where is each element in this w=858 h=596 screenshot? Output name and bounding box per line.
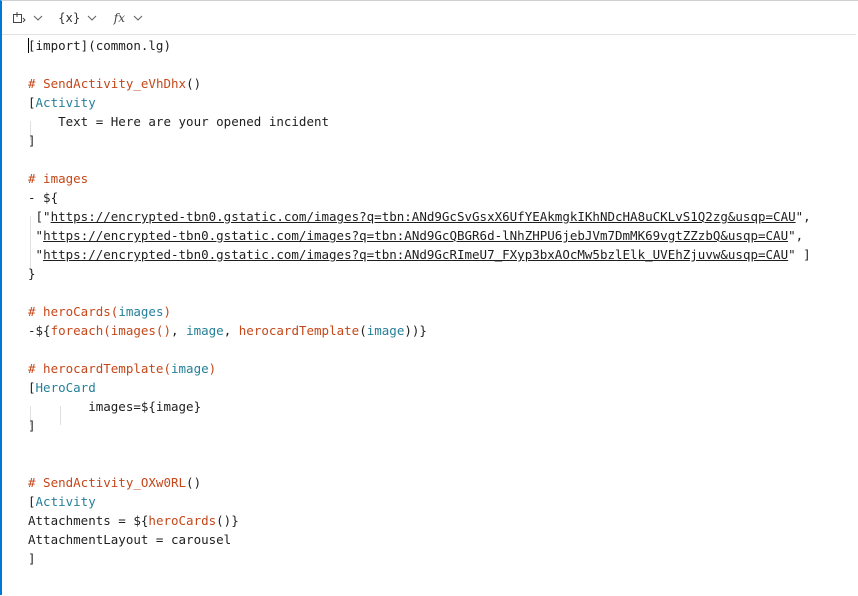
code-token: ]: [28, 551, 36, 566]
code-token: images=${image}: [28, 399, 202, 414]
code-token: (: [359, 323, 367, 338]
code-line[interactable]: Text = Here are your opened incident: [28, 112, 854, 131]
url-link[interactable]: https://encrypted-tbn0.gstatic.com/image…: [43, 228, 788, 243]
code-token: ): [163, 304, 171, 319]
url-link[interactable]: https://encrypted-tbn0.gstatic.com/image…: [51, 209, 796, 224]
code-token: heroCards: [148, 513, 217, 528]
variables-icon: {x}: [58, 10, 81, 25]
text-cursor: [28, 38, 29, 53]
code-token: (): [186, 475, 202, 490]
code-line[interactable]: "https://encrypted-tbn0.gstatic.com/imag…: [28, 226, 854, 245]
code-line[interactable]: # herocardTemplate(image): [28, 359, 854, 378]
code-token: image: [366, 323, 405, 338]
code-line[interactable]: - ${: [28, 188, 854, 207]
code-token: ": [28, 247, 44, 262]
code-token: Text = Here are your opened incident: [28, 114, 330, 129]
code-token: [: [28, 494, 36, 509]
code-token: # herocardTemplate(: [28, 361, 171, 376]
code-token: - ${: [28, 190, 59, 205]
code-token: # images: [28, 171, 89, 186]
code-line[interactable]: # SendActivity_OXw0RL(): [28, 473, 854, 492]
code-line[interactable]: AttachmentLayout = carousel: [28, 530, 854, 549]
code-line[interactable]: # SendActivity_eVhDhx(): [28, 74, 854, 93]
code-token: [": [28, 209, 51, 224]
code-line[interactable]: images=${image}: [28, 397, 854, 416]
code-token: (): [186, 76, 202, 91]
code-token: Attachments = ${: [28, 513, 149, 528]
code-line[interactable]: -${foreach(images(), image, herocardTemp…: [28, 321, 854, 340]
url-link[interactable]: https://encrypted-tbn0.gstatic.com/image…: [43, 247, 788, 262]
code-token: -${: [28, 323, 51, 338]
code-token: ",: [795, 209, 811, 224]
code-token: foreach(images(): [50, 323, 171, 338]
code-line[interactable]: # images: [28, 169, 854, 188]
code-token: ": [28, 228, 44, 243]
code-token: AttachmentLayout = carousel: [28, 532, 232, 547]
code-line[interactable]: [28, 283, 854, 302]
code-token: ))}: [404, 323, 427, 338]
code-token: image: [171, 361, 209, 376]
code-line[interactable]: ]: [28, 416, 854, 435]
code-editor[interactable]: [import](common.lg) # SendActivity_eVhDh…: [28, 36, 854, 596]
code-line[interactable]: "https://encrypted-tbn0.gstatic.com/imag…: [28, 245, 854, 264]
code-line[interactable]: [import](common.lg): [28, 36, 854, 55]
chevron-down-icon: [87, 15, 97, 21]
code-line[interactable]: Attachments = ${heroCards()}: [28, 511, 854, 530]
code-line[interactable]: ]: [28, 131, 854, 150]
code-line[interactable]: [HeroCard: [28, 378, 854, 397]
code-token: #: [28, 76, 44, 91]
code-token: ]: [28, 418, 36, 433]
code-token: ,: [223, 323, 239, 338]
code-line[interactable]: [28, 454, 854, 473]
code-token: ()}: [216, 513, 239, 528]
code-line[interactable]: ["https://encrypted-tbn0.gstatic.com/ima…: [28, 207, 854, 226]
code-token: [: [28, 380, 36, 395]
code-line[interactable]: [28, 55, 854, 74]
code-line[interactable]: }: [28, 264, 854, 283]
code-token: # heroCards(: [28, 304, 119, 319]
code-token: [import](common.lg): [28, 38, 171, 53]
code-token: ",: [788, 228, 804, 243]
chevron-down-icon: [133, 15, 143, 21]
code-line[interactable]: [28, 435, 854, 454]
code-line[interactable]: ]: [28, 549, 854, 568]
insert-function-button[interactable]: fx: [108, 5, 148, 31]
code-token: [: [28, 95, 36, 110]
code-token: SendActivity_eVhDhx: [43, 76, 187, 91]
code-token: image: [186, 323, 224, 338]
code-token: ): [208, 361, 217, 376]
code-token: images: [118, 304, 164, 319]
code-line[interactable]: [Activity: [28, 93, 854, 112]
code-token: ,: [171, 323, 187, 338]
code-token: Activity: [35, 95, 96, 110]
code-token: ]: [28, 133, 36, 148]
insert-variable-button[interactable]: {x}: [54, 5, 102, 31]
code-line[interactable]: [28, 340, 854, 359]
chevron-down-icon: [33, 15, 43, 21]
code-token: Activity: [35, 494, 96, 509]
code-line[interactable]: [Activity: [28, 492, 854, 511]
insert-template-icon: [12, 11, 26, 25]
code-token: HeroCard: [35, 380, 96, 395]
code-line[interactable]: # heroCards(images): [28, 302, 854, 321]
function-icon: fx: [113, 10, 125, 25]
code-line[interactable]: [28, 150, 854, 169]
code-token: # SendActivity_OXw0RL: [28, 475, 187, 490]
code-token: }: [28, 266, 36, 281]
code-token: herocardTemplate: [238, 323, 360, 338]
code-token: " ]: [788, 247, 811, 262]
insert-template-button[interactable]: [8, 5, 48, 31]
editor-toolbar: {x} fx: [2, 1, 856, 35]
